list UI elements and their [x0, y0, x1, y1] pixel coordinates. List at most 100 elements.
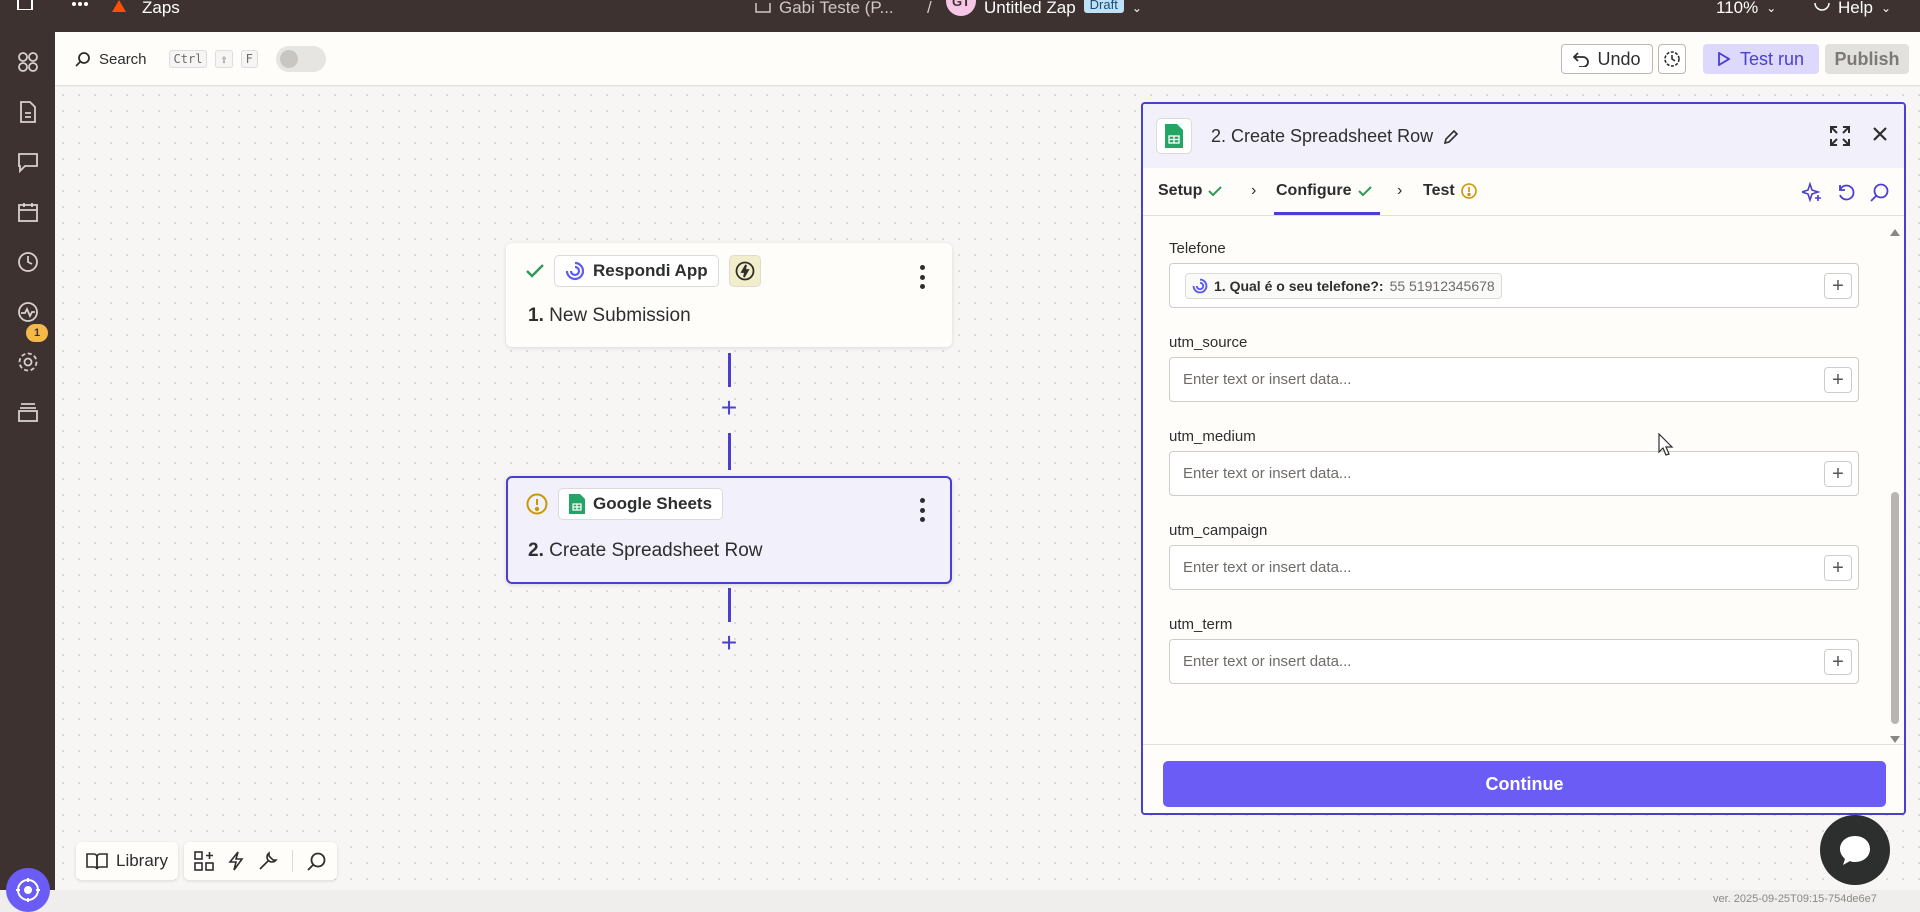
user-avatar[interactable]: GT	[946, 0, 976, 16]
app-chip-google-sheets[interactable]: Google Sheets	[558, 488, 724, 520]
add-step-plus-icon[interactable]: +	[718, 629, 740, 657]
help-icon	[1814, 3, 1830, 11]
telefone-field[interactable]: 1. Qual é o seu telefone?: 55 5191234567…	[1169, 263, 1859, 308]
lightning-icon[interactable]	[228, 851, 244, 871]
google-sheets-icon	[569, 494, 585, 514]
step-number: 2.	[528, 540, 544, 561]
tab-test[interactable]: Test	[1423, 182, 1477, 200]
undo-label: Undo	[1597, 48, 1641, 69]
respondi-logo-icon	[1192, 278, 1208, 294]
field-placeholder: Enter text or insert data...	[1183, 371, 1352, 388]
action-step-card[interactable]: Google Sheets 2. Create Spreadsheet Row	[506, 476, 952, 584]
undo-button[interactable]: Undo	[1561, 44, 1653, 74]
insert-data-plus-button[interactable]: +	[1824, 555, 1852, 581]
app-chip-respondi[interactable]: Respondi App	[554, 255, 719, 287]
editor-toolbar: Search Ctrl ⇧ F Undo Test run Publish	[55, 32, 1920, 86]
field-label-telefone: Telefone	[1169, 240, 1226, 257]
utm-source-field[interactable]: Enter text or insert data... +	[1169, 357, 1859, 402]
google-sheets-icon	[1156, 118, 1192, 154]
panel-header: 2. Create Spreadsheet Row	[1143, 104, 1904, 168]
check-icon	[1357, 185, 1372, 196]
wrench-icon[interactable]	[258, 851, 278, 871]
divider	[291, 850, 293, 872]
history-clock-icon[interactable]	[16, 250, 40, 274]
add-step-plus-icon[interactable]: +	[718, 394, 740, 422]
add-widget-icon[interactable]	[194, 851, 214, 871]
expand-icon[interactable]	[1830, 126, 1850, 146]
library-button[interactable]: Library	[76, 842, 178, 880]
folder-breadcrumb[interactable]: Gabi Teste (P...	[755, 0, 894, 16]
tab-test-label: Test	[1423, 182, 1455, 199]
chat-bubble-icon[interactable]	[16, 150, 40, 174]
respondi-logo-icon	[565, 261, 585, 281]
zap-name[interactable]: Untitled Zap	[984, 0, 1076, 16]
insert-data-plus-button[interactable]: +	[1824, 273, 1852, 299]
zapier-logo-icon[interactable]	[110, 0, 128, 12]
settings-gear-icon[interactable]	[16, 350, 40, 374]
help-menu[interactable]: Help ⌄	[1814, 0, 1891, 16]
tab-configure-label: Configure	[1276, 182, 1352, 199]
insert-data-plus-button[interactable]: +	[1824, 367, 1852, 393]
scroll-up-arrow-icon[interactable]	[1890, 228, 1900, 236]
field-label-utm-term: utm_term	[1169, 616, 1233, 633]
panel-scrollbar[interactable]	[1890, 228, 1900, 748]
utm-campaign-field[interactable]: Enter text or insert data... +	[1169, 545, 1859, 590]
zoom-control[interactable]: 110% ⌄	[1716, 0, 1776, 16]
play-icon	[1718, 52, 1730, 66]
mapped-data-pill[interactable]: 1. Qual é o seu telefone?: 55 5191234567…	[1185, 273, 1502, 299]
pencil-edit-icon[interactable]	[1443, 129, 1459, 145]
utm-medium-field[interactable]: Enter text or insert data... +	[1169, 451, 1859, 496]
chevron-right-icon: ›	[1397, 182, 1403, 199]
left-sidebar: 1	[0, 32, 55, 912]
tables-icon[interactable]	[16, 400, 40, 424]
publish-button[interactable]: Publish	[1825, 44, 1909, 74]
history-icon	[1664, 51, 1680, 67]
activity-icon[interactable]	[16, 300, 40, 324]
ai-sparkle-icon[interactable]	[1802, 182, 1822, 202]
canvas-tools	[183, 842, 337, 880]
calendar-icon[interactable]	[16, 200, 40, 224]
file-icon[interactable]	[16, 100, 40, 124]
insert-data-plus-button[interactable]: +	[1824, 649, 1852, 675]
scroll-down-arrow-icon[interactable]	[1890, 736, 1900, 744]
test-run-button[interactable]: Test run	[1703, 44, 1819, 74]
breadcrumb-separator: /	[927, 0, 932, 17]
trigger-step-card[interactable]: Respondi App 1. New Submission	[506, 243, 952, 347]
tab-setup[interactable]: Setup	[1158, 182, 1223, 200]
insert-data-plus-button[interactable]: +	[1824, 461, 1852, 487]
undo-icon	[1573, 52, 1590, 67]
mouse-cursor-icon	[1658, 432, 1674, 462]
version-history-button[interactable]	[1658, 44, 1686, 74]
utm-term-field[interactable]: Enter text or insert data... +	[1169, 639, 1859, 684]
tab-configure[interactable]: Configure	[1276, 182, 1372, 200]
library-bar: Library	[76, 842, 337, 880]
close-icon[interactable]	[1872, 126, 1888, 142]
panel-title-text: 2. Create Spreadsheet Row	[1211, 126, 1434, 146]
active-tab-indicator	[1274, 212, 1380, 215]
panel-title[interactable]: 2. Create Spreadsheet Row	[1211, 126, 1459, 147]
app-name[interactable]: Zaps	[142, 0, 180, 16]
check-icon	[1208, 185, 1223, 196]
zap-title-area[interactable]: GT Untitled Zap Draft ⌄	[946, 0, 1142, 16]
search-icon[interactable]	[1870, 182, 1890, 202]
search-icon[interactable]	[307, 851, 327, 871]
apps-icon[interactable]	[16, 50, 40, 74]
copilot-compass-icon[interactable]	[6, 868, 50, 912]
toggle-switch[interactable]	[275, 46, 326, 72]
search-button[interactable]: Search Ctrl ⇧ F	[75, 46, 326, 72]
more-options-icon[interactable]	[920, 498, 926, 522]
continue-button[interactable]: Continue	[1163, 761, 1886, 807]
home-icon[interactable]	[16, 0, 34, 10]
scrollbar-thumb[interactable]	[1891, 492, 1899, 724]
more-options-icon[interactable]	[920, 265, 926, 289]
apps-grid-icon[interactable]	[72, 0, 88, 8]
pill-field-name: 1. Qual é o seu telefone?:	[1214, 278, 1384, 294]
zoom-level: 110%	[1716, 0, 1759, 17]
library-label: Library	[116, 851, 168, 870]
support-chat-icon[interactable]	[1820, 815, 1890, 885]
shortcut-f: F	[240, 50, 258, 68]
check-icon	[526, 264, 544, 278]
refresh-icon[interactable]	[1836, 182, 1856, 202]
chevron-down-icon[interactable]: ⌄	[1132, 0, 1142, 16]
step-title: 2. Create Spreadsheet Row	[528, 540, 762, 562]
